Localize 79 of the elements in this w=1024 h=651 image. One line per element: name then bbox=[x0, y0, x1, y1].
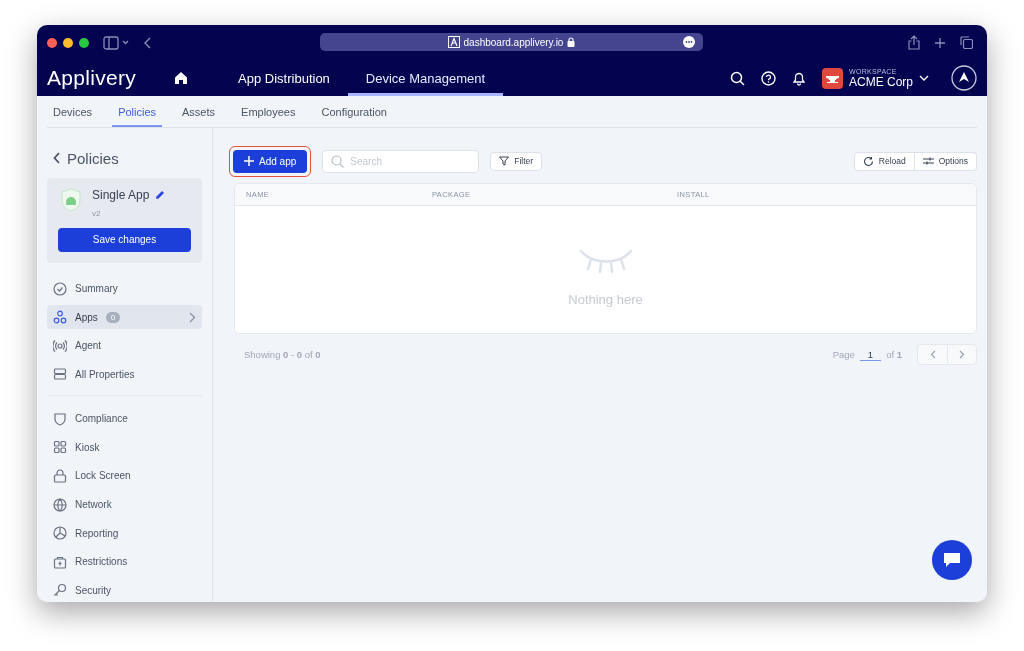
sliders-icon bbox=[922, 156, 934, 166]
chat-button[interactable] bbox=[932, 540, 972, 580]
logo[interactable]: Applivery bbox=[47, 66, 137, 90]
more-icon[interactable] bbox=[683, 36, 695, 48]
bell-icon[interactable] bbox=[792, 70, 806, 86]
search-icon[interactable] bbox=[730, 70, 745, 86]
count-badge: 0 bbox=[105, 311, 121, 323]
home-icon[interactable] bbox=[174, 71, 189, 85]
check-circle-icon bbox=[53, 281, 67, 296]
sidebar-item[interactable]: Reporting bbox=[47, 521, 202, 545]
sub-tab[interactable]: Configuration bbox=[315, 96, 393, 127]
sub-tab[interactable]: Assets bbox=[176, 96, 222, 127]
sidebar-item[interactable]: Agent bbox=[47, 333, 202, 358]
page-total: of 1 bbox=[886, 349, 902, 360]
sidebar-item[interactable]: Network bbox=[47, 492, 202, 517]
android-shield-icon bbox=[60, 187, 82, 212]
share-icon[interactable] bbox=[908, 35, 920, 50]
minimize-icon[interactable] bbox=[63, 37, 73, 48]
pie-chart-icon bbox=[53, 526, 67, 541]
sidebar-item[interactable]: Restrictions bbox=[47, 549, 202, 574]
sidebar-item[interactable]: Summary bbox=[47, 276, 202, 301]
sidebar-item[interactable]: Lock Screen bbox=[47, 464, 202, 488]
filter-icon bbox=[499, 156, 510, 166]
nav-tab[interactable]: Device Management bbox=[347, 60, 504, 96]
globe-icon bbox=[53, 497, 67, 512]
sidebar-item[interactable]: All Properties bbox=[47, 362, 202, 387]
lock-box-icon bbox=[53, 554, 67, 569]
padlock-icon bbox=[53, 468, 67, 483]
policy-version: v2 bbox=[92, 208, 101, 218]
workspace-name: ACME Corp bbox=[849, 74, 913, 89]
anvil-icon bbox=[822, 67, 843, 89]
close-icon[interactable] bbox=[47, 37, 57, 48]
broadcast-icon bbox=[53, 338, 67, 353]
pencil-icon[interactable] bbox=[155, 189, 166, 200]
sidebar-item[interactable]: Compliance bbox=[47, 407, 202, 431]
page-field[interactable]: 1 bbox=[859, 348, 882, 361]
address-bar[interactable]: dashboard.applivery.io bbox=[320, 33, 703, 51]
sidebar-toggle-icon[interactable] bbox=[103, 35, 129, 50]
maximize-icon[interactable] bbox=[79, 37, 89, 48]
empty-state-text: Nothing here bbox=[568, 292, 643, 307]
site-logo-icon bbox=[447, 36, 460, 48]
nodes-icon bbox=[53, 310, 67, 325]
avatar-icon[interactable] bbox=[951, 65, 977, 91]
padlock-icon bbox=[567, 37, 576, 47]
sidebar-item[interactable]: Apps 0 bbox=[47, 305, 202, 329]
save-changes-button[interactable]: Save changes bbox=[58, 227, 191, 252]
key-icon bbox=[53, 583, 67, 598]
reload-button[interactable]: Reload bbox=[853, 151, 915, 171]
reload-icon bbox=[862, 155, 874, 167]
sidebar-item[interactable]: Security bbox=[47, 578, 202, 602]
back-icon[interactable] bbox=[143, 35, 153, 50]
shield-icon bbox=[53, 411, 67, 426]
options-button[interactable]: Options bbox=[914, 151, 977, 171]
chat-bubble-icon bbox=[943, 552, 961, 568]
policy-name: Single App bbox=[92, 187, 150, 202]
grid-icon bbox=[53, 440, 67, 455]
search-field[interactable]: Search bbox=[322, 149, 480, 173]
chevron-right-icon bbox=[959, 350, 965, 359]
sidebar-item[interactable]: Kiosk bbox=[47, 435, 202, 460]
tabs-icon[interactable] bbox=[960, 36, 973, 49]
chevron-left-icon bbox=[929, 350, 936, 359]
chevron-down-icon bbox=[919, 74, 929, 82]
sub-tab[interactable]: Employees bbox=[235, 96, 302, 127]
showing-count: Showing 0 - 0 of 0 bbox=[244, 349, 321, 360]
page-label: Page bbox=[832, 349, 855, 360]
help-icon[interactable] bbox=[761, 70, 776, 86]
chevron-right-icon bbox=[189, 311, 196, 323]
stacked-bars-icon bbox=[53, 367, 67, 382]
url-text: dashboard.applivery.io bbox=[463, 36, 564, 48]
sub-tab[interactable]: Policies bbox=[112, 96, 163, 127]
back-link[interactable]: Policies bbox=[47, 148, 125, 169]
filter-button[interactable]: Filter bbox=[490, 151, 543, 171]
add-app-button[interactable]: Add app bbox=[233, 149, 308, 173]
closed-eye-icon bbox=[578, 248, 633, 274]
plus-icon bbox=[244, 156, 254, 166]
plus-icon[interactable] bbox=[934, 36, 946, 49]
nav-tab[interactable]: App Distribution bbox=[220, 60, 348, 96]
sub-tab[interactable]: Devices bbox=[47, 96, 99, 127]
chevron-left-icon bbox=[53, 152, 61, 165]
